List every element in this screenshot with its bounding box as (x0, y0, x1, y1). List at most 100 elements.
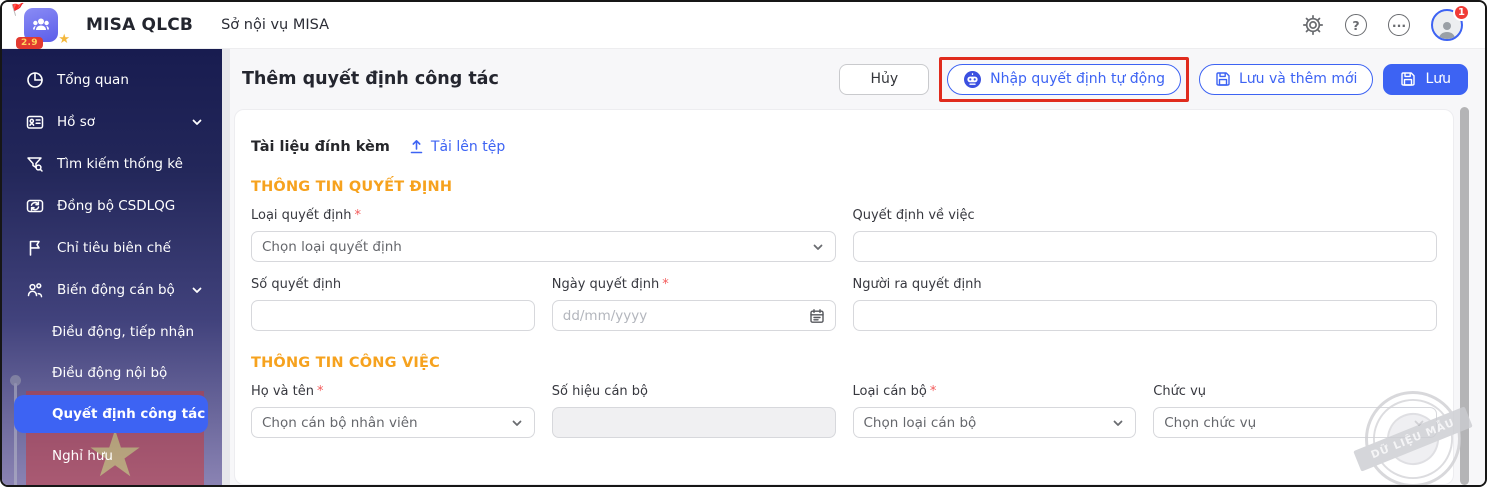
field-decision-date: Ngày quyết định* (552, 277, 836, 331)
decision-date-input[interactable] (563, 301, 801, 330)
sidebar-item-label: Tổng quan (57, 72, 129, 88)
attachments-row: Tài liệu đính kèm Tải lên tệp (251, 138, 1437, 155)
page-title: Thêm quyết định công tác (242, 69, 499, 89)
form-card: Tài liệu đính kèm Tải lên tệp THÔNG TIN … (234, 109, 1454, 485)
flag-icon (26, 239, 44, 257)
version-badge: 2.9 (16, 37, 43, 49)
save-and-new-button[interactable]: Lưu và thêm mới (1199, 64, 1373, 95)
sidebar-item-tong-quan[interactable]: Tổng quan (2, 59, 222, 101)
sidebar-item-label: Đồng bộ CSDLQG (57, 198, 175, 214)
field-position: Chức vụ Chọn chức vụ (1153, 384, 1437, 438)
user-avatar-wrap: 1 (1431, 9, 1463, 41)
decision-subject-control (853, 231, 1438, 262)
field-label: Họ và tên* (251, 384, 535, 399)
vietnam-flag-icon: 🚩 (11, 2, 27, 17)
chevron-down-icon (1412, 416, 1426, 430)
decision-issuer-control (853, 300, 1438, 331)
staff-code-control (552, 407, 836, 438)
more-options-icon[interactable]: ··· (1388, 14, 1410, 36)
save-button[interactable]: Lưu (1383, 64, 1468, 95)
auto-import-decision-button[interactable]: Nhập quyết định tự động (947, 64, 1181, 95)
cancel-button[interactable]: Hủy (839, 64, 929, 95)
field-label: Quyết định về việc (853, 208, 1438, 223)
field-label: Người ra quyết định (853, 277, 1438, 292)
pie-chart-icon (26, 71, 44, 89)
chevron-down-icon (811, 240, 825, 254)
job-info-grid: Họ và tên* Chọn cán bộ nhân viên Số hiệu… (251, 384, 1437, 438)
decision-subject-input[interactable] (864, 232, 1427, 261)
upload-file-label: Tải lên tệp (431, 139, 505, 155)
field-label: Loại cán bộ* (853, 384, 1137, 399)
decision-type-select[interactable]: Chọn loại quyết định (251, 231, 836, 262)
decision-issuer-input[interactable] (864, 301, 1427, 330)
select-placeholder: Chọn cán bộ nhân viên (262, 415, 510, 431)
field-full-name: Họ và tên* Chọn cán bộ nhân viên (251, 384, 535, 438)
sidebar-item-ho-so[interactable]: Hồ sơ (2, 101, 222, 143)
sidebar-subitem-dieu-dong-tiep-nhan[interactable]: Điều động, tiếp nhận (2, 311, 222, 352)
notification-badge[interactable]: 1 (1453, 4, 1470, 21)
sidebar-item-label: Biến động cán bộ (57, 282, 175, 298)
header-actions: ? ··· 1 (1302, 9, 1485, 41)
field-decision-subject: Quyết định về việc (853, 208, 1438, 262)
sidebar-item-label: Chỉ tiêu biên chế (57, 240, 171, 256)
position-select[interactable]: Chọn chức vụ (1153, 407, 1437, 438)
select-placeholder: Chọn chức vụ (1164, 415, 1412, 431)
id-card-icon (26, 113, 44, 131)
staff-code-input (563, 408, 825, 437)
section-title-decision-info: THÔNG TIN QUYẾT ĐỊNH (251, 179, 1437, 195)
vertical-scrollbar[interactable] (1460, 107, 1469, 485)
required-marker: * (662, 277, 669, 292)
field-label: Số hiệu cán bộ (552, 384, 836, 399)
attachments-label: Tài liệu đính kèm (251, 139, 390, 155)
sidebar-item-dong-bo-csdlqg[interactable]: Đồng bộ CSDLQG (2, 185, 222, 227)
help-icon[interactable]: ? (1345, 14, 1367, 36)
app-logo: 🚩 2.9 ★ (22, 5, 62, 45)
decision-number-control (251, 300, 535, 331)
sidebar-item-label: Tìm kiếm thống kê (57, 156, 183, 172)
page-toolbar: Thêm quyết định công tác Hủy Nhập quyết … (222, 49, 1485, 109)
field-decision-type: Loại quyết định* Chọn loại quyết định (251, 208, 836, 262)
robot-icon (963, 70, 982, 89)
sidebar-item-label: Hồ sơ (57, 114, 95, 130)
settings-gear-icon[interactable] (1302, 14, 1324, 36)
people-icon (26, 281, 44, 299)
save-label: Lưu (1425, 71, 1451, 87)
field-staff-code: Số hiệu cán bộ (552, 384, 836, 438)
upload-file-link[interactable]: Tải lên tệp (408, 138, 505, 155)
sidebar-item-chi-tieu-bien-che[interactable]: Chỉ tiêu biên chế (2, 227, 222, 269)
field-label: Loại quyết định* (251, 208, 836, 223)
top-header: 🚩 2.9 ★ MISA QLCB Sở nội vụ MISA ? (2, 2, 1485, 49)
field-label: Số quyết định (251, 277, 535, 292)
organization-name[interactable]: Sở nội vụ MISA (221, 17, 329, 33)
section-title-job-info: THÔNG TIN CÔNG VIỆC (251, 355, 1437, 371)
field-staff-type: Loại cán bộ* Chọn loại cán bộ (853, 384, 1137, 438)
select-placeholder: Chọn loại cán bộ (864, 415, 1112, 431)
sidebar-subitem-dieu-dong-noi-bo[interactable]: Điều động nội bộ (2, 352, 222, 393)
sidebar-nav: Tổng quan Hồ sơ (2, 49, 222, 476)
field-decision-issuer: Người ra quyết định (853, 277, 1438, 331)
sidebar-subitem-quyet-dinh-cong-tac[interactable]: Quyết định công tác (14, 395, 208, 433)
filter-search-icon (26, 155, 44, 173)
sidebar: ★ Tổng quan Hồ sơ (2, 49, 222, 485)
sync-database-icon (26, 197, 44, 215)
field-label: Ngày quyết định* (552, 277, 836, 292)
decision-number-input[interactable] (262, 301, 524, 330)
person-icon (1436, 19, 1458, 39)
main-content: Thêm quyết định công tác Hủy Nhập quyết … (222, 49, 1485, 485)
app-window: 🚩 2.9 ★ MISA QLCB Sở nội vụ MISA ? (0, 0, 1487, 487)
calendar-icon[interactable] (809, 308, 825, 324)
required-marker: * (354, 208, 361, 223)
toolbar-actions: Hủy Nhập quyết định tự động (839, 57, 1468, 102)
chevron-down-icon (1111, 416, 1125, 430)
chevron-down-icon (190, 115, 204, 129)
floppy-disk-icon (1400, 71, 1416, 87)
select-placeholder: Chọn loại quyết định (262, 239, 811, 255)
chevron-down-icon (510, 416, 524, 430)
full-name-select[interactable]: Chọn cán bộ nhân viên (251, 407, 535, 438)
sidebar-item-bien-dong-can-bo[interactable]: Biến động cán bộ (2, 269, 222, 311)
staff-type-select[interactable]: Chọn loại cán bộ (853, 407, 1137, 438)
field-decision-number: Số quyết định (251, 277, 535, 331)
sidebar-subitem-nghi-huu[interactable]: Nghỉ hưu (2, 435, 222, 476)
decision-info-grid: Loại quyết định* Chọn loại quyết định Qu… (251, 208, 1437, 331)
sidebar-item-tim-kiem-thong-ke[interactable]: Tìm kiếm thống kê (2, 143, 222, 185)
